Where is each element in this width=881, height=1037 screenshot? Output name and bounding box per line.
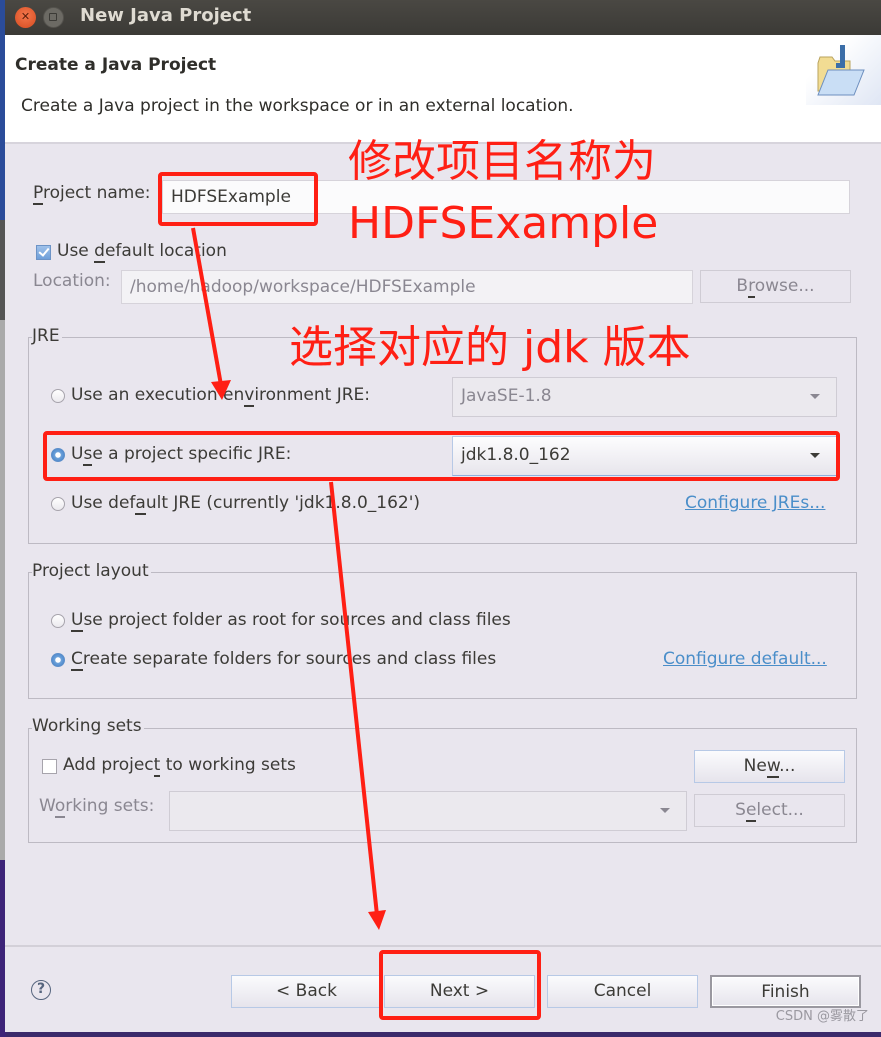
arrow-to-next: [329, 481, 386, 930]
arrow-to-jre: [191, 227, 231, 400]
annotation-arrows: [191, 227, 386, 930]
